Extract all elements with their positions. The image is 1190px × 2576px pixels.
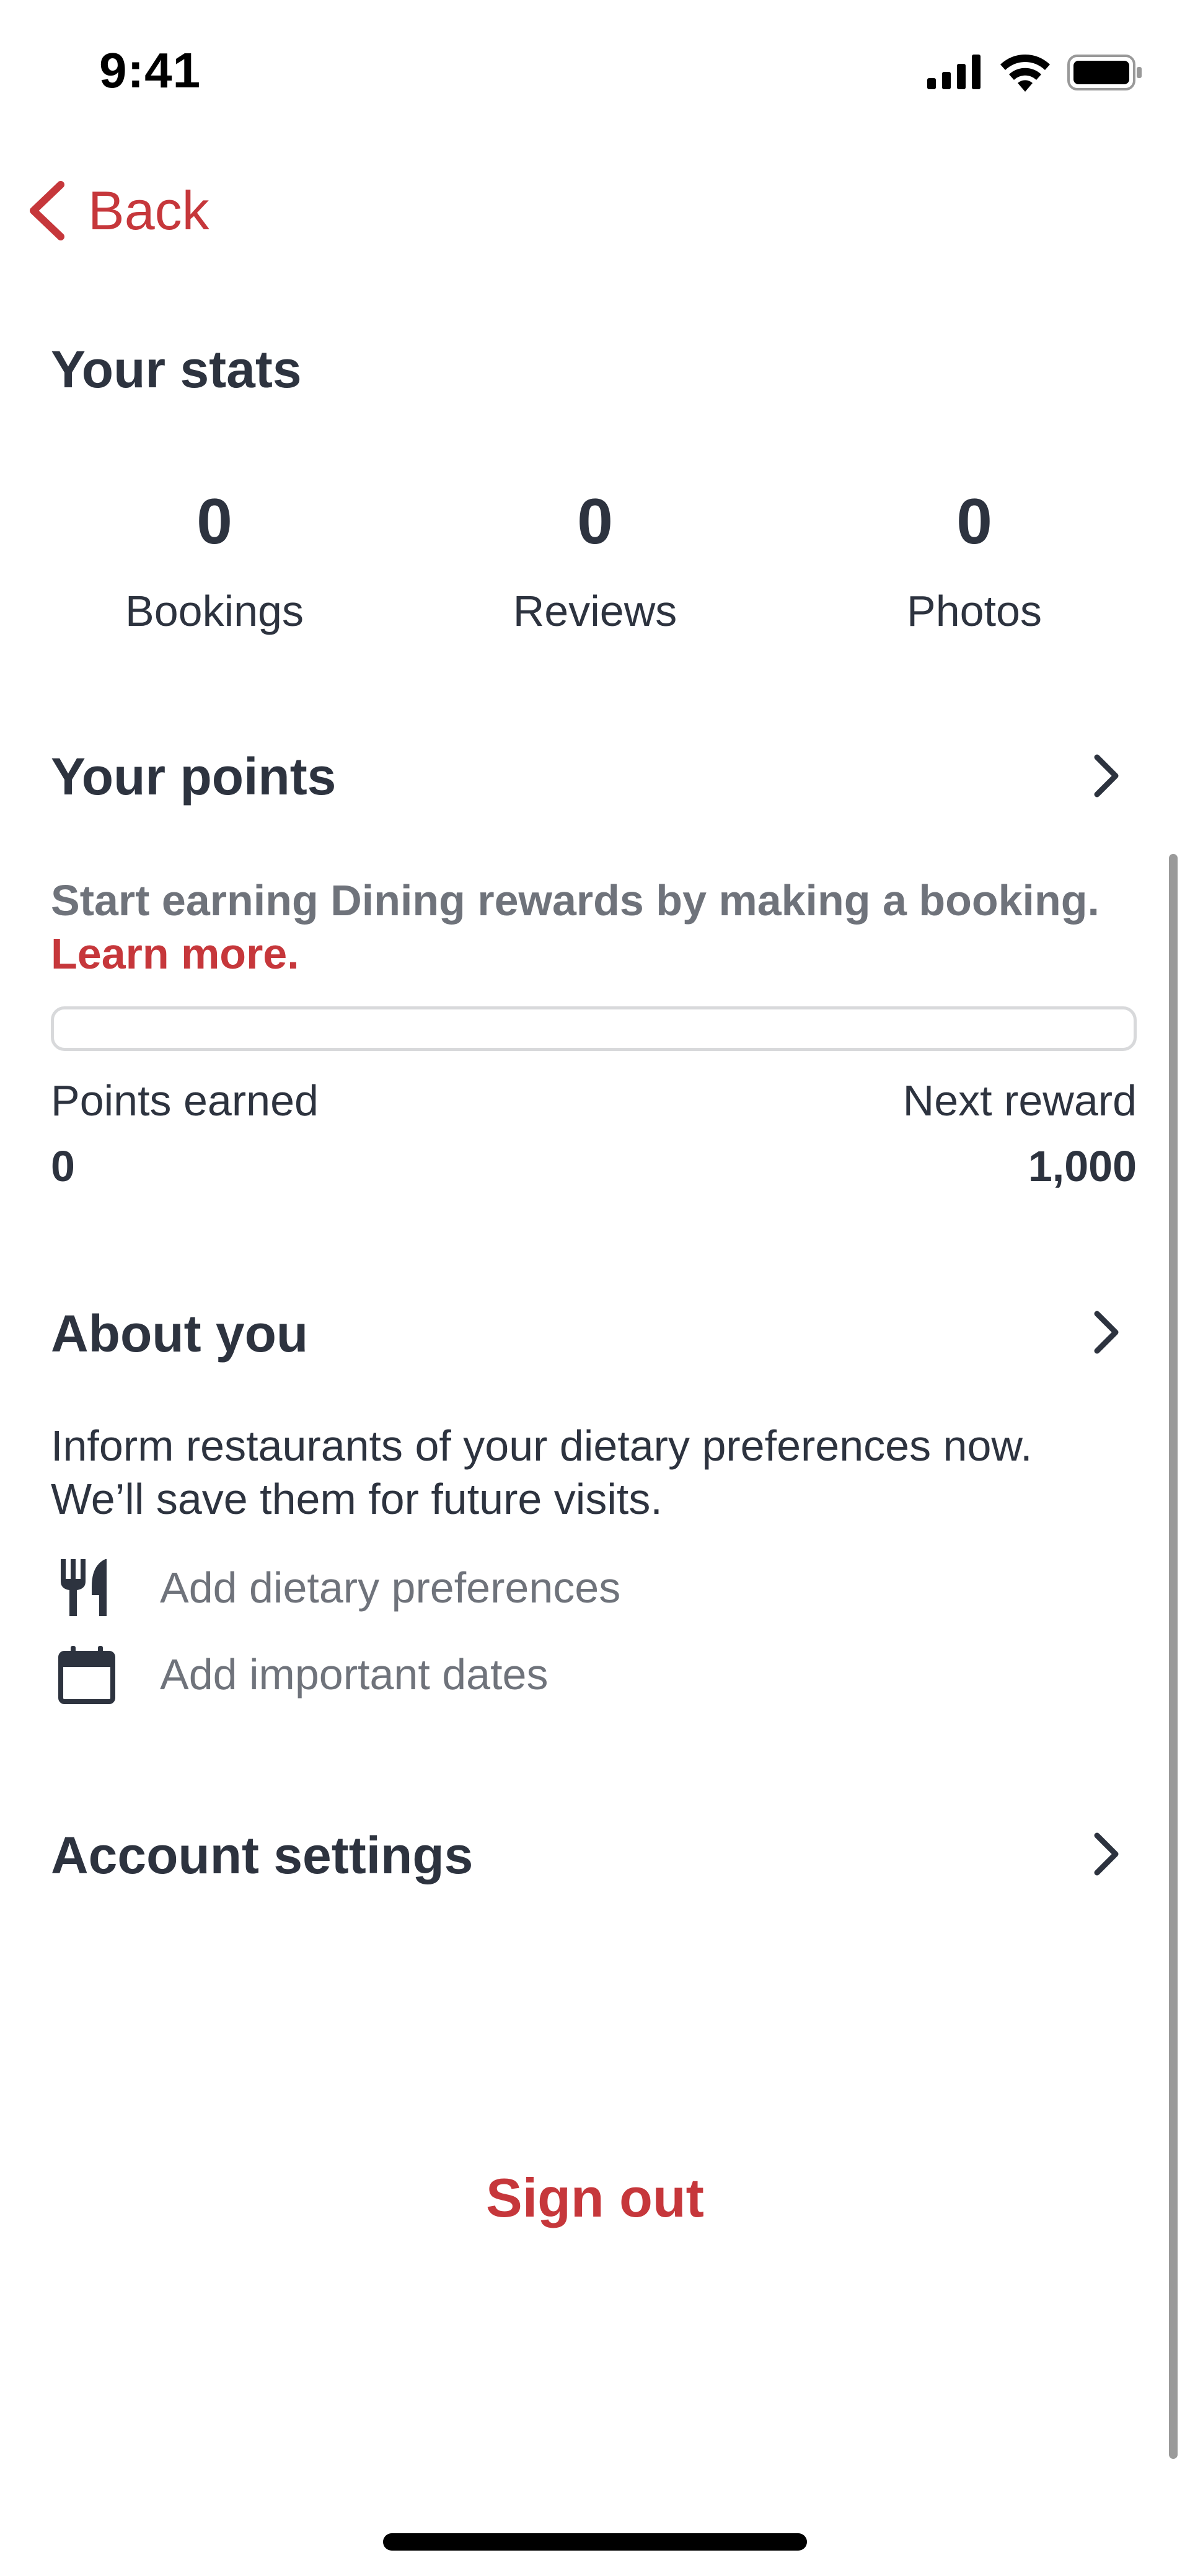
cellular-signal-icon	[927, 55, 981, 89]
points-title[interactable]: Your points	[51, 747, 336, 807]
about-description: Inform restaurants of your dietary prefe…	[51, 1419, 1154, 1526]
about-title[interactable]: About you	[51, 1304, 308, 1364]
add-dietary-preferences-label: Add dietary preferences	[160, 1563, 621, 1612]
learn-more-link[interactable]: Learn more.	[51, 930, 299, 978]
stat-photos-label: Photos	[907, 587, 1042, 635]
scrollbar[interactable]	[1169, 854, 1178, 2459]
wifi-icon	[1000, 55, 1050, 92]
rewards-description-text: Start earning Dining rewards by making a…	[51, 876, 1100, 925]
account-chevron-right-icon[interactable]	[1092, 1832, 1121, 1876]
battery-icon	[1067, 55, 1142, 90]
points-earned-value: 0	[51, 1142, 75, 1190]
rewards-description: Start earning Dining rewards by making a…	[51, 874, 1142, 980]
stat-photos: 0 Photos	[788, 490, 1160, 636]
home-indicator	[383, 2533, 807, 2551]
stats-title: Your stats	[51, 340, 302, 398]
stat-reviews-value: 0	[577, 486, 613, 558]
next-reward-label: Next reward	[902, 1076, 1137, 1125]
back-button[interactable]: Back	[25, 174, 209, 248]
stat-reviews-label: Reviews	[513, 587, 677, 635]
stat-bookings-value: 0	[196, 486, 232, 558]
account-settings-title[interactable]: Account settings	[51, 1826, 473, 1886]
about-description-line1: Inform restaurants of your dietary prefe…	[51, 1422, 1033, 1470]
stat-reviews: 0 Reviews	[409, 490, 781, 636]
sign-out-button[interactable]: Sign out	[0, 2166, 1190, 2230]
add-important-dates-row[interactable]: Add important dates	[56, 1637, 548, 1712]
stat-photos-value: 0	[956, 486, 992, 558]
add-important-dates-label: Add important dates	[160, 1650, 549, 1699]
chevron-left-icon	[30, 181, 64, 240]
points-earned-label: Points earned	[51, 1076, 319, 1125]
points-chevron-right-icon[interactable]	[1092, 754, 1121, 798]
back-label: Back	[88, 180, 209, 241]
status-time: 9:41	[99, 43, 201, 98]
add-dietary-preferences-row[interactable]: Add dietary preferences	[56, 1550, 620, 1625]
about-description-line2: We’ll save them for future visits.	[51, 1475, 663, 1523]
fork-knife-icon	[61, 1559, 107, 1616]
about-chevron-right-icon[interactable]	[1092, 1310, 1121, 1355]
stat-bookings-label: Bookings	[125, 587, 304, 635]
points-progress-bar	[51, 1006, 1137, 1051]
next-reward-value: 1,000	[1028, 1142, 1137, 1190]
calendar-icon	[58, 1646, 115, 1704]
stat-bookings: 0 Bookings	[29, 490, 400, 636]
